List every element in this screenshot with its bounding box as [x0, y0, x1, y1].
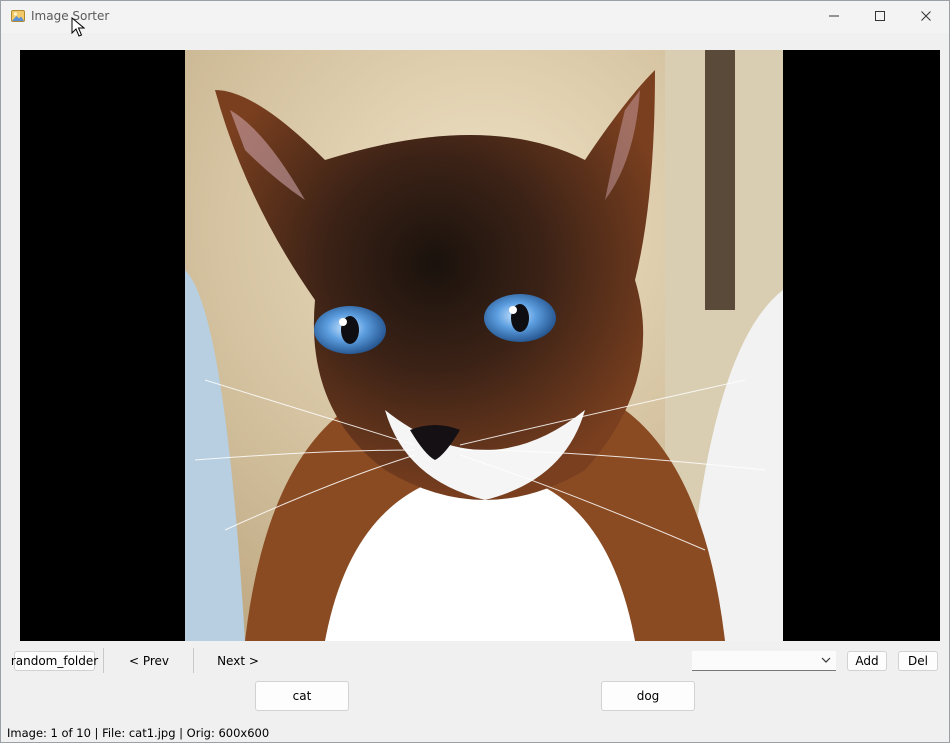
toolbar-divider [103, 648, 104, 673]
minimize-icon [829, 15, 839, 17]
category-button-cat[interactable]: cat [255, 681, 349, 711]
image-viewer [20, 50, 940, 641]
image-icon [11, 10, 25, 22]
add-button[interactable]: Add [847, 651, 887, 671]
category-select[interactable] [692, 651, 836, 671]
prev-button[interactable]: < Prev [119, 651, 179, 671]
minimize-button[interactable] [811, 1, 857, 31]
close-button[interactable] [903, 1, 949, 31]
chevron-down-icon [821, 657, 831, 663]
next-button[interactable]: Next > [208, 651, 268, 671]
maximize-button[interactable] [857, 1, 903, 31]
title-bar[interactable]: Image Sorter [1, 1, 949, 33]
maximize-icon [875, 11, 885, 21]
app-window: Image Sorter random_folder < Prev Next >… [0, 0, 950, 743]
folder-button[interactable]: random_folder [11, 651, 98, 671]
close-icon [921, 11, 931, 21]
cat-photo [185, 50, 783, 641]
toolbar-divider [193, 648, 194, 673]
del-button[interactable]: Del [898, 651, 938, 671]
status-bar: Image: 1 of 10 | File: cat1.jpg | Orig: … [7, 726, 270, 740]
mouse-cursor [71, 17, 85, 37]
category-button-dog[interactable]: dog [601, 681, 695, 711]
